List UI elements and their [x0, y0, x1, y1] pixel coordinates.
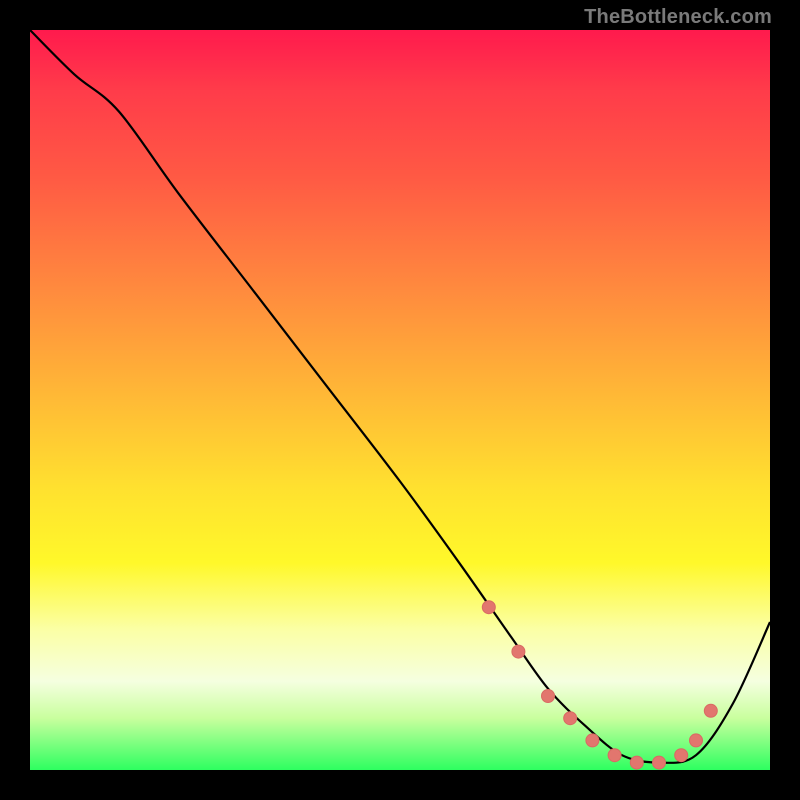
watermark-label: TheBottleneck.com — [584, 6, 772, 29]
marker-dot — [608, 749, 621, 762]
highlight-dots — [482, 601, 717, 769]
marker-dot — [690, 734, 703, 747]
marker-dot — [482, 601, 495, 614]
marker-dot — [564, 712, 577, 725]
marker-dot — [630, 756, 643, 769]
curve-svg — [30, 30, 770, 770]
marker-dot — [586, 734, 599, 747]
marker-dot — [512, 645, 525, 658]
chart-stage: TheBottleneck.com — [0, 0, 800, 800]
marker-dot — [653, 756, 666, 769]
plot-area — [30, 30, 770, 770]
marker-dot — [704, 704, 717, 717]
marker-dot — [542, 690, 555, 703]
bottleneck-curve — [30, 30, 770, 763]
marker-dot — [675, 749, 688, 762]
